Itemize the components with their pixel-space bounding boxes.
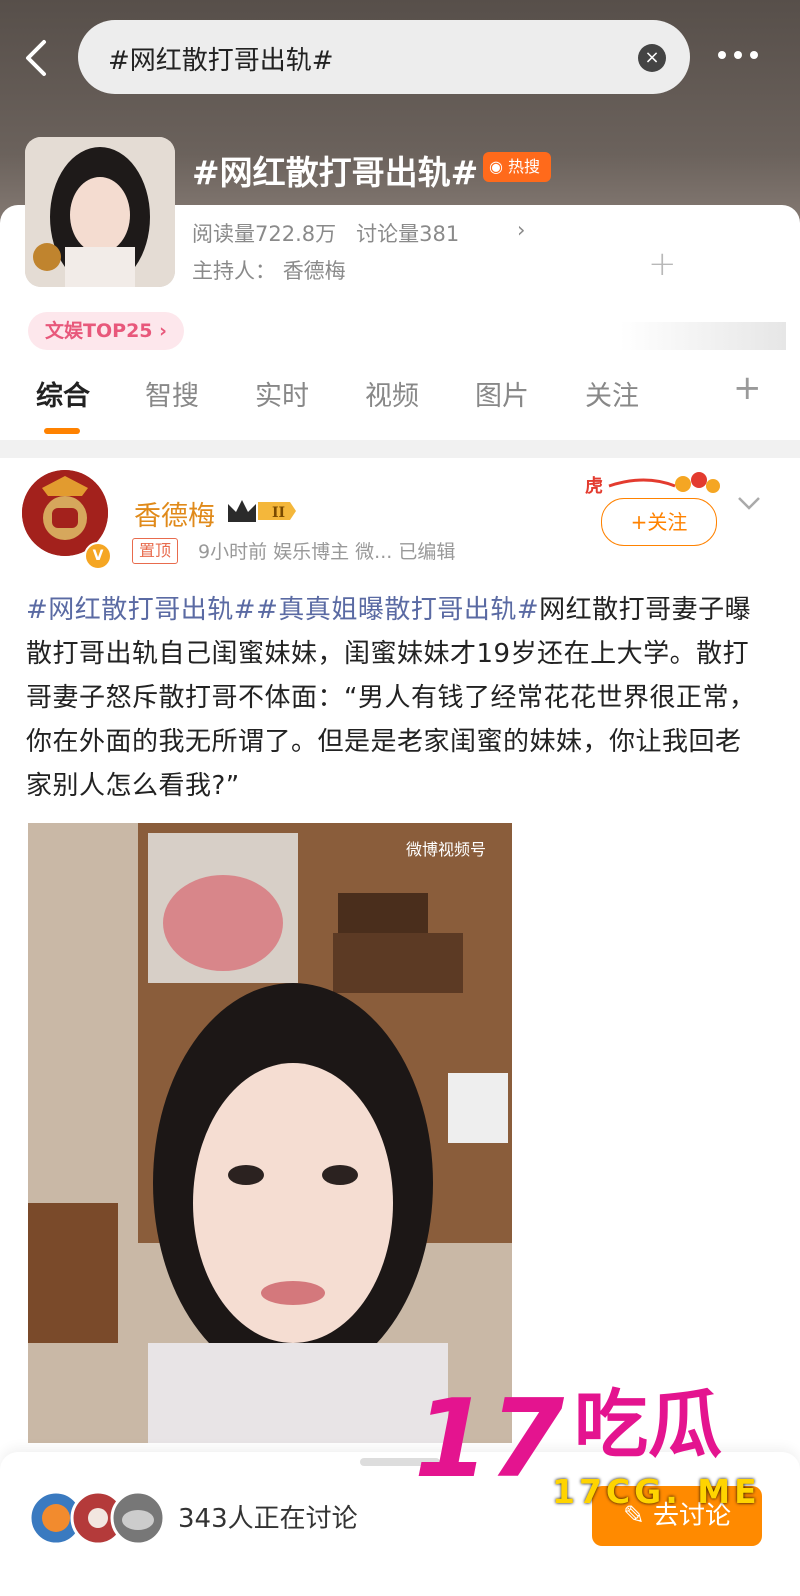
tab-smart-search[interactable]: 智搜 [145, 374, 199, 413]
plus-icon[interactable]: + [648, 244, 677, 284]
ranking-badge[interactable]: 文娱TOP25 › [28, 312, 184, 350]
hot-search-badge: ◉ 热搜 [483, 152, 551, 182]
section-divider [0, 440, 800, 458]
author-name[interactable]: 香德梅 [134, 494, 215, 533]
watermark-site-text: 17CG. ME [552, 1472, 761, 1511]
active-tab-indicator [44, 428, 80, 434]
vip-crown-icon: II [228, 500, 296, 522]
more-options-button[interactable] [714, 44, 762, 66]
tab-following[interactable]: 关注 [585, 374, 639, 413]
video-watermark: 微博视频号 [406, 840, 487, 859]
svg-text:II: II [272, 505, 285, 521]
search-input[interactable]: #网红散打哥出轨# × [78, 20, 690, 94]
discuss-count: 讨论量381 [356, 222, 460, 246]
logo-text: 吃瓜 [574, 1382, 722, 1468]
tab-bar: 综合 智搜 实时 视频 图片 关注 + [0, 368, 800, 438]
portrait-photo-image [28, 823, 512, 1443]
close-icon[interactable]: × [638, 44, 666, 72]
post-text: 网红散打哥妻子曝散打哥出轨自己闺蜜妹妹，闺蜜妹妹才19岁还在上大学。散打哥妻子怒… [26, 595, 756, 801]
add-tab-plus-icon[interactable]: + [733, 368, 762, 408]
ellipsis-icon [718, 51, 758, 59]
post-meta: 9小时前 娱乐博主 微... 已编辑 [198, 541, 456, 563]
portrait-image [25, 137, 175, 287]
topic-title: #网红散打哥出轨# [192, 153, 479, 192]
hashtag-link[interactable]: #真真姐曝散打哥出轨# [256, 595, 539, 625]
logo-number: 17 [414, 1380, 564, 1495]
discussion-count: 343人正在讨论 [178, 1504, 358, 1534]
shadow-strip [620, 322, 786, 350]
tab-video[interactable]: 视频 [365, 374, 419, 413]
topic-host[interactable]: 主持人： 香德梅 [192, 255, 346, 285]
tab-realtime[interactable]: 实时 [255, 374, 309, 413]
chevron-down-icon[interactable] [736, 494, 762, 512]
chevron-right-icon[interactable]: › [517, 218, 525, 242]
hot-badge-label: 热搜 [508, 157, 541, 176]
tab-images[interactable]: 图片 [475, 374, 529, 413]
post-body: #网红散打哥出轨##真真姐曝散打哥出轨#网红散打哥妻子曝散打哥出轨自己闺蜜妹妹，… [26, 588, 756, 808]
verified-badge-icon: V [84, 542, 112, 570]
host-label: 主持人： [192, 259, 276, 283]
back-arrow-icon [26, 40, 46, 76]
back-button[interactable] [16, 30, 56, 86]
pinned-badge: 置顶 [132, 538, 179, 564]
read-count: 阅读量722.8万 [192, 222, 337, 246]
host-name: 香德梅 [282, 259, 346, 283]
participant-avatars [28, 1490, 166, 1546]
topic-cover-image[interactable] [25, 137, 175, 287]
follow-button[interactable]: +关注 [601, 498, 717, 546]
hashtag-link[interactable]: #网红散打哥出轨# [26, 595, 256, 625]
tab-comprehensive[interactable]: 综合 [36, 374, 90, 413]
svg-text:虎: 虎 [585, 475, 603, 497]
search-query: #网红散打哥出轨# [108, 46, 334, 76]
post-photo[interactable] [28, 823, 512, 1443]
topic-stats[interactable]: 阅读量722.8万 讨论量381 [192, 218, 459, 248]
